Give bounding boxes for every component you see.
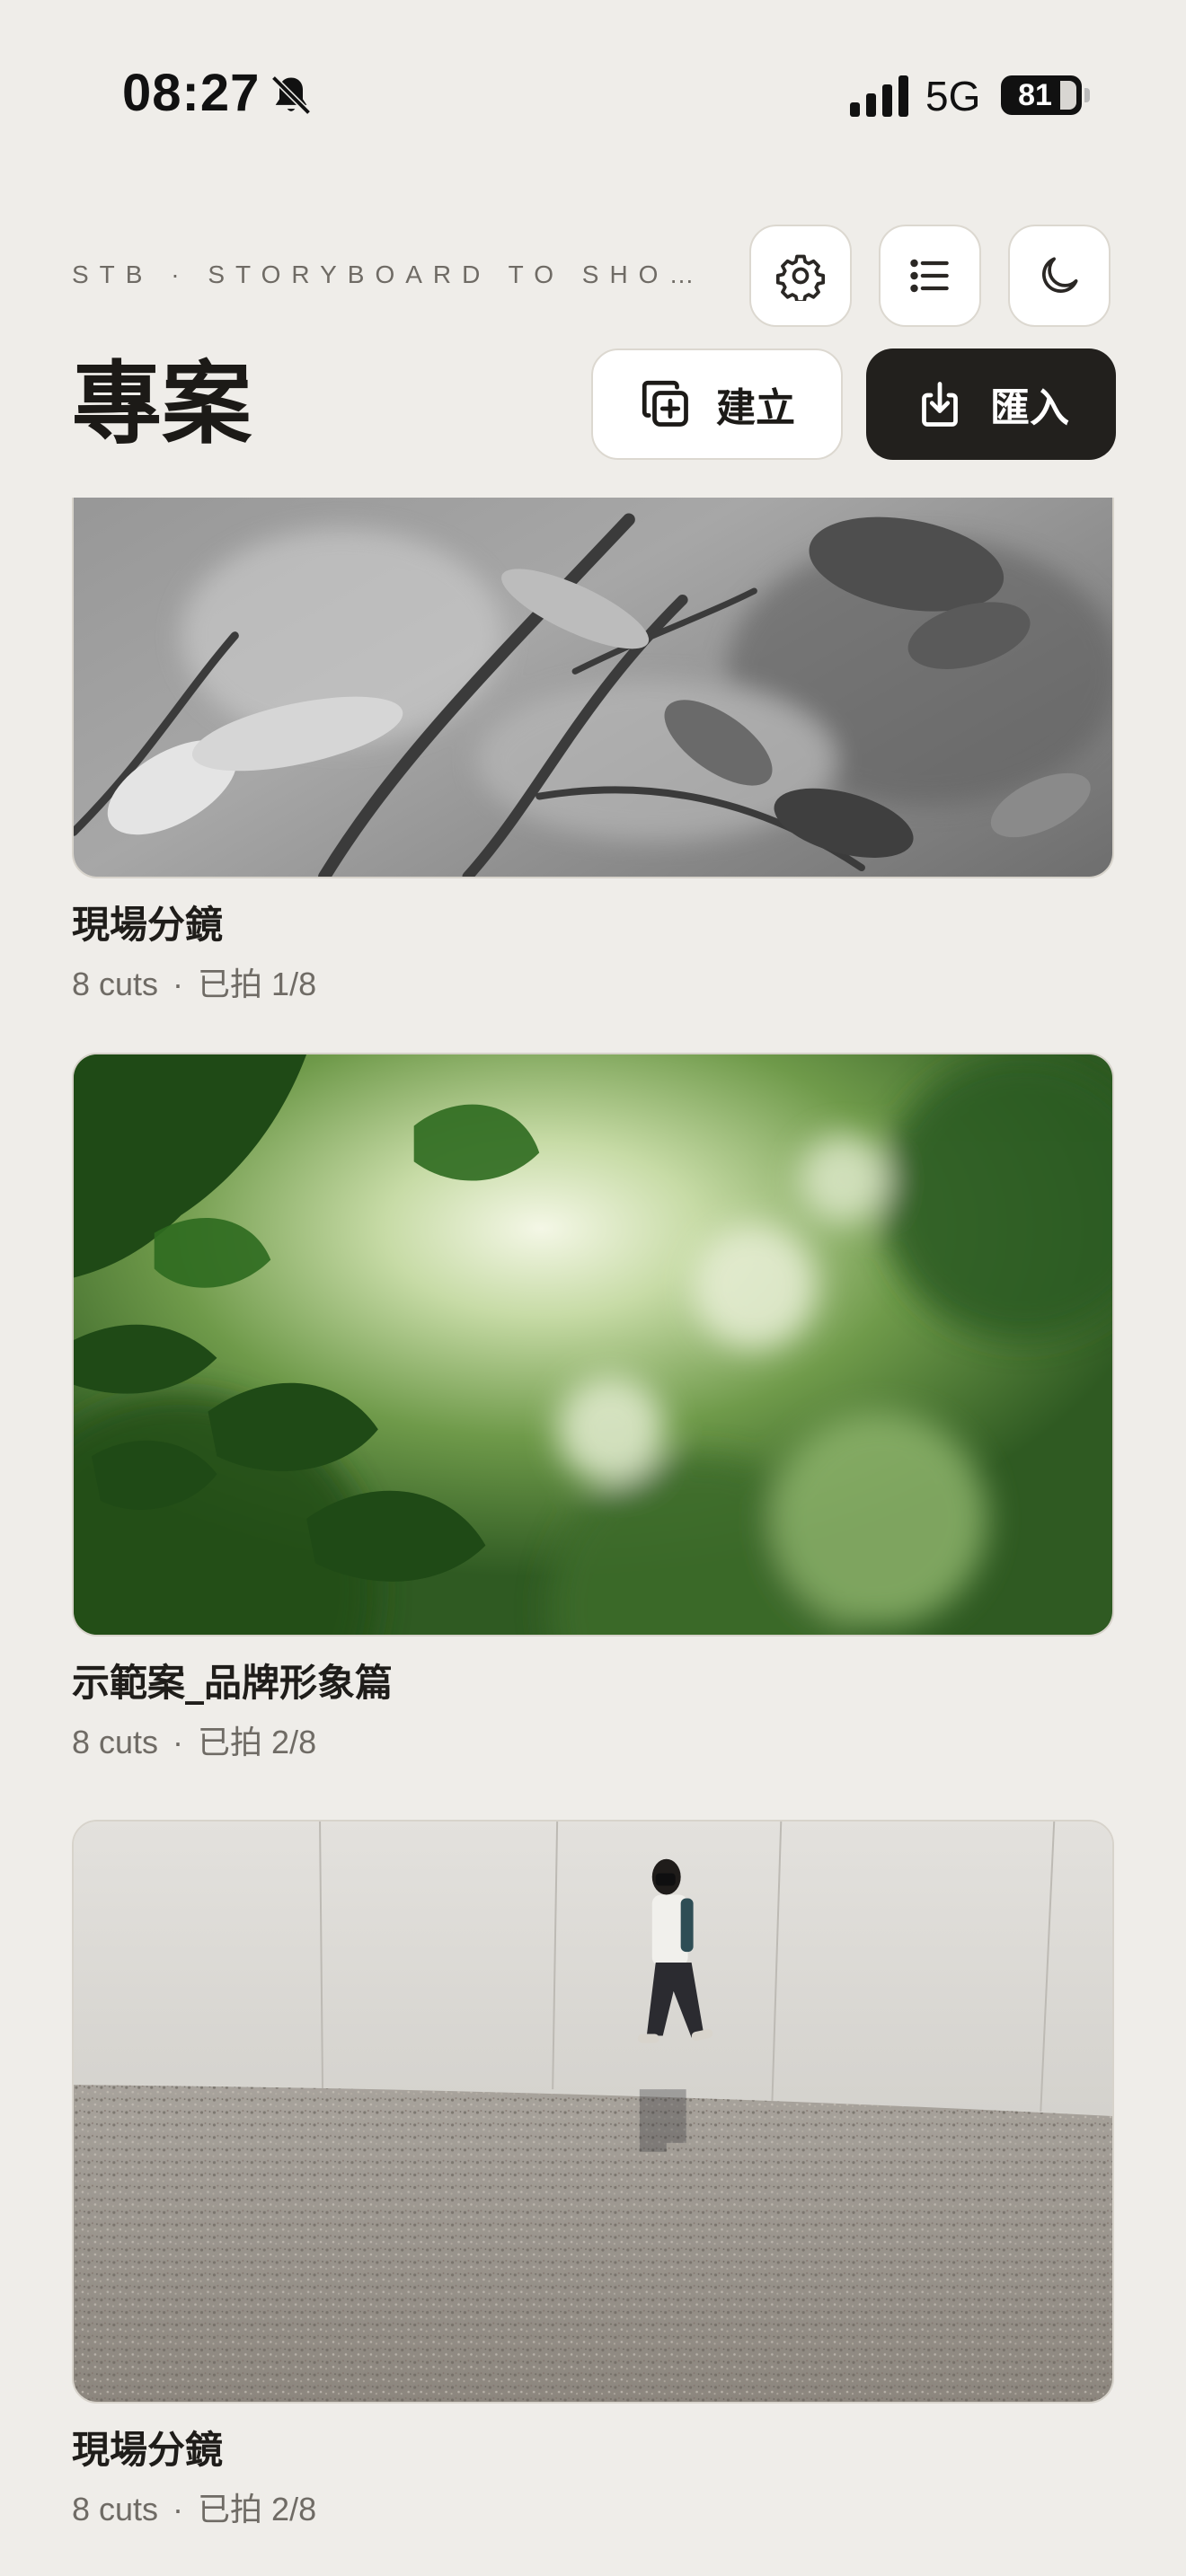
cuts-count: 8 cuts bbox=[72, 2491, 159, 2527]
create-project-button[interactable]: 建立 bbox=[591, 348, 843, 460]
project-list[interactable]: 現場分鏡 8 cuts · 已拍 1/8 示範案_品牌形象篇 8 cuts · … bbox=[0, 498, 1186, 2576]
network-label: 5G bbox=[925, 73, 981, 119]
project-card[interactable]: 示範案_品牌形象篇 8 cuts · 已拍 2/8 bbox=[72, 1053, 1114, 1766]
bell-off-icon bbox=[271, 75, 311, 115]
import-button-label: 匯入 bbox=[990, 385, 1069, 431]
project-meta: 8 cuts · 已拍 2/8 bbox=[72, 1719, 1114, 1766]
page-title: 專案 bbox=[72, 351, 252, 456]
battery-level: 81 bbox=[1018, 78, 1052, 112]
app-subtitle: STB · STORYBOARD TO SHO… bbox=[72, 260, 705, 288]
download-icon bbox=[922, 382, 958, 427]
shot-progress: 已拍 2/8 bbox=[198, 2491, 317, 2527]
add-copy-icon bbox=[642, 380, 688, 427]
meta-separator: · bbox=[173, 1724, 184, 1760]
project-name: 現場分鏡 bbox=[72, 903, 224, 947]
walker-photo-thumbnail bbox=[74, 1822, 1112, 2402]
list-view-button[interactable] bbox=[879, 225, 981, 327]
cuts-count: 8 cuts bbox=[72, 966, 159, 1002]
list-icon bbox=[910, 259, 949, 293]
meta-separator: · bbox=[173, 2491, 184, 2527]
foliage-photo-thumbnail bbox=[74, 1054, 1112, 1635]
project-thumbnail[interactable] bbox=[72, 498, 1114, 878]
project-name: 示範案_品牌形象篇 bbox=[72, 1661, 394, 1705]
shot-progress: 已拍 1/8 bbox=[198, 966, 317, 1002]
project-card[interactable]: 現場分鏡 8 cuts · 已拍 2/8 bbox=[72, 1820, 1114, 2533]
project-meta: 8 cuts · 已拍 2/8 bbox=[72, 2486, 1114, 2533]
signal-icon bbox=[850, 75, 908, 117]
meta-separator: · bbox=[173, 966, 184, 1002]
create-button-label: 建立 bbox=[716, 385, 795, 431]
moon-icon bbox=[1041, 257, 1078, 294]
project-thumbnail[interactable] bbox=[72, 1820, 1114, 2404]
project-meta: 8 cuts · 已拍 1/8 bbox=[72, 961, 1114, 1008]
cuts-count: 8 cuts bbox=[72, 1724, 159, 1760]
settings-button[interactable] bbox=[749, 225, 852, 327]
gear-icon bbox=[775, 254, 826, 301]
status-bar: 08:27 5G 81 bbox=[0, 0, 1186, 180]
import-button[interactable]: 匯入 bbox=[866, 348, 1116, 460]
plant-photo-thumbnail bbox=[74, 498, 1112, 877]
status-time: 08:27 bbox=[122, 64, 261, 122]
theme-toggle-button[interactable] bbox=[1008, 225, 1111, 327]
project-thumbnail[interactable] bbox=[72, 1053, 1114, 1636]
project-card[interactable]: 現場分鏡 8 cuts · 已拍 1/8 bbox=[72, 498, 1114, 1008]
battery-tip bbox=[1084, 88, 1090, 102]
battery-indicator: 81 bbox=[1001, 75, 1082, 115]
project-name: 現場分鏡 bbox=[72, 2428, 224, 2472]
shot-progress: 已拍 2/8 bbox=[198, 1724, 317, 1760]
